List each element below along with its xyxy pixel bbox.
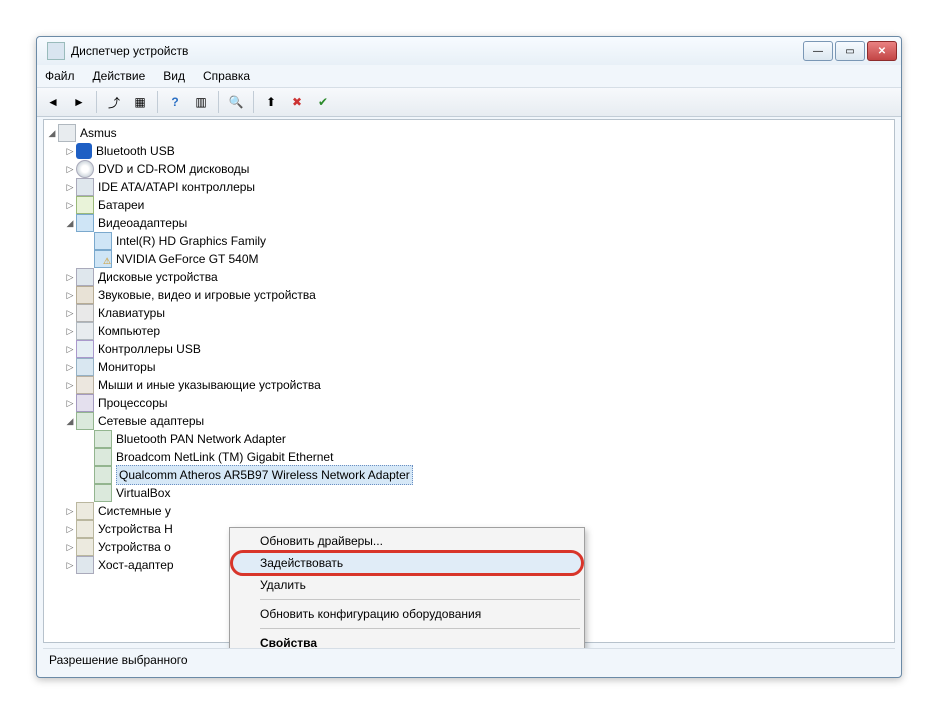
context-menu: Обновить драйверы... Задействовать Удали… bbox=[229, 527, 585, 657]
tree-category[interactable]: ▷Клавиатуры bbox=[46, 304, 892, 322]
menu-help[interactable]: Справка bbox=[201, 67, 252, 85]
tree-device[interactable]: Bluetooth PAN Network Adapter bbox=[46, 430, 892, 448]
tree-category[interactable]: ▷Мониторы bbox=[46, 358, 892, 376]
up-icon[interactable]: ⤴ bbox=[102, 90, 126, 114]
tree-category[interactable]: ▷Звуковые, видео и игровые устройства bbox=[46, 286, 892, 304]
ctx-separator bbox=[260, 628, 580, 629]
maximize-button[interactable]: ▭ bbox=[835, 41, 865, 61]
back-icon[interactable]: ◄ bbox=[41, 90, 65, 114]
minimize-button[interactable]: — bbox=[803, 41, 833, 61]
ctx-delete[interactable]: Удалить bbox=[232, 574, 582, 596]
menu-file[interactable]: Файл bbox=[43, 67, 77, 85]
tree-category[interactable]: ▷Мыши и иные указывающие устройства bbox=[46, 376, 892, 394]
app-icon bbox=[47, 42, 65, 60]
status-bar: Разрешение выбранного bbox=[43, 648, 895, 671]
ctx-update-drivers[interactable]: Обновить драйверы... bbox=[232, 530, 582, 552]
tree-category[interactable]: ◢Сетевые адаптеры bbox=[46, 412, 892, 430]
properties-icon[interactable]: ▥ bbox=[189, 90, 213, 114]
tree-category[interactable]: ▷Bluetooth USB bbox=[46, 142, 892, 160]
tree-device[interactable]: Intel(R) HD Graphics Family bbox=[46, 232, 892, 250]
tree-device[interactable]: NVIDIA GeForce GT 540M bbox=[46, 250, 892, 268]
device-manager-window: Диспетчер устройств — ▭ ✕ Файл Действие … bbox=[36, 36, 902, 678]
tree-device[interactable]: Broadcom NetLink (TM) Gigabit Ethernet bbox=[46, 448, 892, 466]
status-text: Разрешение выбранного bbox=[49, 653, 188, 667]
tree-category[interactable]: ▷DVD и CD-ROM дисководы bbox=[46, 160, 892, 178]
help-icon[interactable]: ? bbox=[163, 90, 187, 114]
ctx-separator bbox=[260, 599, 580, 600]
tree-category[interactable]: ▷Батареи bbox=[46, 196, 892, 214]
tree-category[interactable]: ▷IDE ATA/ATAPI контроллеры bbox=[46, 178, 892, 196]
tree-device[interactable]: Qualcomm Atheros AR5B97 Wireless Network… bbox=[46, 466, 892, 484]
tree-device[interactable]: VirtualBox bbox=[46, 484, 892, 502]
window-title: Диспетчер устройств bbox=[71, 44, 188, 58]
tree-category[interactable]: ▷Компьютер bbox=[46, 322, 892, 340]
toolbar: ◄ ► ⤴ ▦ ? ▥ 🔍 ⬆ ✖ ✔ bbox=[37, 88, 901, 117]
tree-category[interactable]: ▷Процессоры bbox=[46, 394, 892, 412]
titlebar[interactable]: Диспетчер устройств — ▭ ✕ bbox=[37, 37, 901, 65]
update-driver-icon[interactable]: ⬆ bbox=[259, 90, 283, 114]
menu-action[interactable]: Действие bbox=[91, 67, 148, 85]
tree-category[interactable]: ▷Системные у bbox=[46, 502, 892, 520]
forward-icon[interactable]: ► bbox=[67, 90, 91, 114]
enable-icon[interactable]: ✔ bbox=[311, 90, 335, 114]
ctx-enable[interactable]: Задействовать bbox=[232, 552, 582, 574]
tree-category[interactable]: ◢Видеоадаптеры bbox=[46, 214, 892, 232]
menubar: Файл Действие Вид Справка bbox=[37, 65, 901, 88]
close-button[interactable]: ✕ bbox=[867, 41, 897, 61]
show-hidden-icon[interactable]: ▦ bbox=[128, 90, 152, 114]
disable-icon[interactable]: ✖ bbox=[285, 90, 309, 114]
scan-icon[interactable]: 🔍 bbox=[224, 90, 248, 114]
tree-category[interactable]: ▷Контроллеры USB bbox=[46, 340, 892, 358]
ctx-scan-hardware[interactable]: Обновить конфигурацию оборудования bbox=[232, 603, 582, 625]
tree-category[interactable]: ▷Дисковые устройства bbox=[46, 268, 892, 286]
tree-root[interactable]: ◢Asmus bbox=[46, 124, 892, 142]
menu-view[interactable]: Вид bbox=[161, 67, 187, 85]
